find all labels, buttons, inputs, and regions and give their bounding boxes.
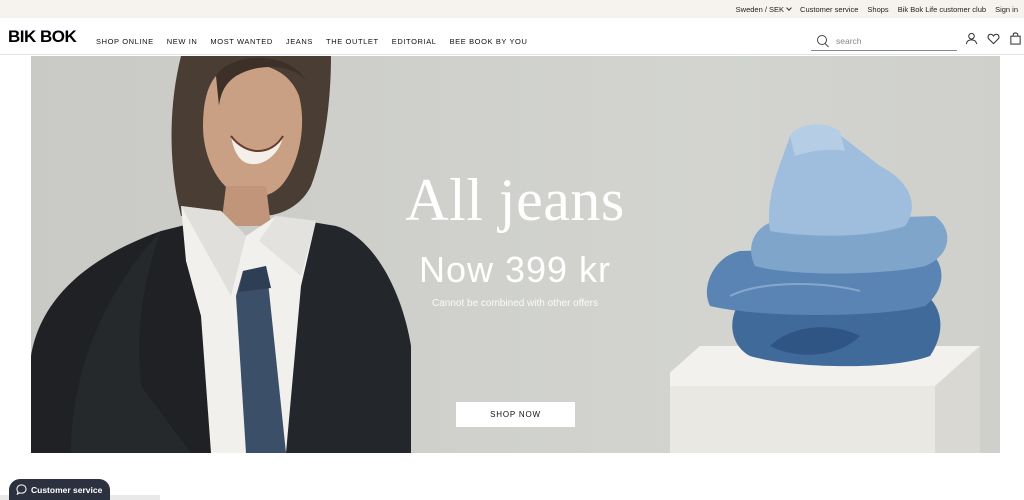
shops-link[interactable]: Shops — [867, 5, 888, 14]
logo[interactable]: BIK BOK — [8, 27, 77, 47]
region-label: Sweden / SEK — [735, 4, 785, 14]
main-nav: SHOP ONLINE NEW IN MOST WANTED JEANS THE… — [96, 37, 541, 46]
chat-bubble-icon — [16, 484, 27, 495]
hero-title: All jeans — [405, 167, 625, 233]
hero-jeans-image — [670, 124, 980, 453]
customer-club-link[interactable]: Bik Bok Life customer club — [898, 5, 986, 14]
search-input[interactable] — [836, 35, 946, 46]
region-selector[interactable]: Sweden / SEK — [735, 4, 792, 14]
main-header: BIK BOK SHOP ONLINE NEW IN MOST WANTED J… — [0, 18, 1024, 55]
shop-now-button[interactable]: SHOP NOW — [456, 402, 575, 427]
nav-item-most-wanted[interactable]: MOST WANTED — [210, 37, 272, 46]
chat-label: Customer service — [31, 484, 103, 495]
nav-item-bee-book-by-you[interactable]: BEE BOOK BY YOU — [450, 37, 528, 46]
nav-item-new-in[interactable]: NEW IN — [167, 37, 198, 46]
customer-service-link[interactable]: Customer service — [800, 5, 858, 14]
hero-banner[interactable]: All jeans Now 399 kr Cannot be combined … — [31, 56, 1000, 453]
utility-bar: Sweden / SEK Customer service Shops Bik … — [0, 0, 1024, 18]
nav-item-editorial[interactable]: EDITORIAL — [392, 37, 437, 46]
heart-icon[interactable] — [987, 32, 1000, 45]
hero-subtitle: Now 399 kr — [418, 249, 612, 290]
search-icon[interactable] — [816, 34, 830, 48]
search-box — [811, 31, 957, 51]
customer-service-chat-button[interactable]: Customer service — [9, 479, 111, 500]
nav-item-shop-online[interactable]: SHOP ONLINE — [96, 37, 154, 46]
sign-in-link[interactable]: Sign in — [995, 5, 1018, 14]
chevron-down-icon — [786, 4, 792, 11]
nav-item-jeans[interactable]: JEANS — [286, 37, 313, 46]
user-icon[interactable] — [965, 32, 978, 45]
nav-item-the-outlet[interactable]: THE OUTLET — [326, 37, 379, 46]
shopping-bag-icon[interactable] — [1009, 32, 1022, 45]
hero-disclaimer: Cannot be combined with other offers — [431, 298, 599, 309]
